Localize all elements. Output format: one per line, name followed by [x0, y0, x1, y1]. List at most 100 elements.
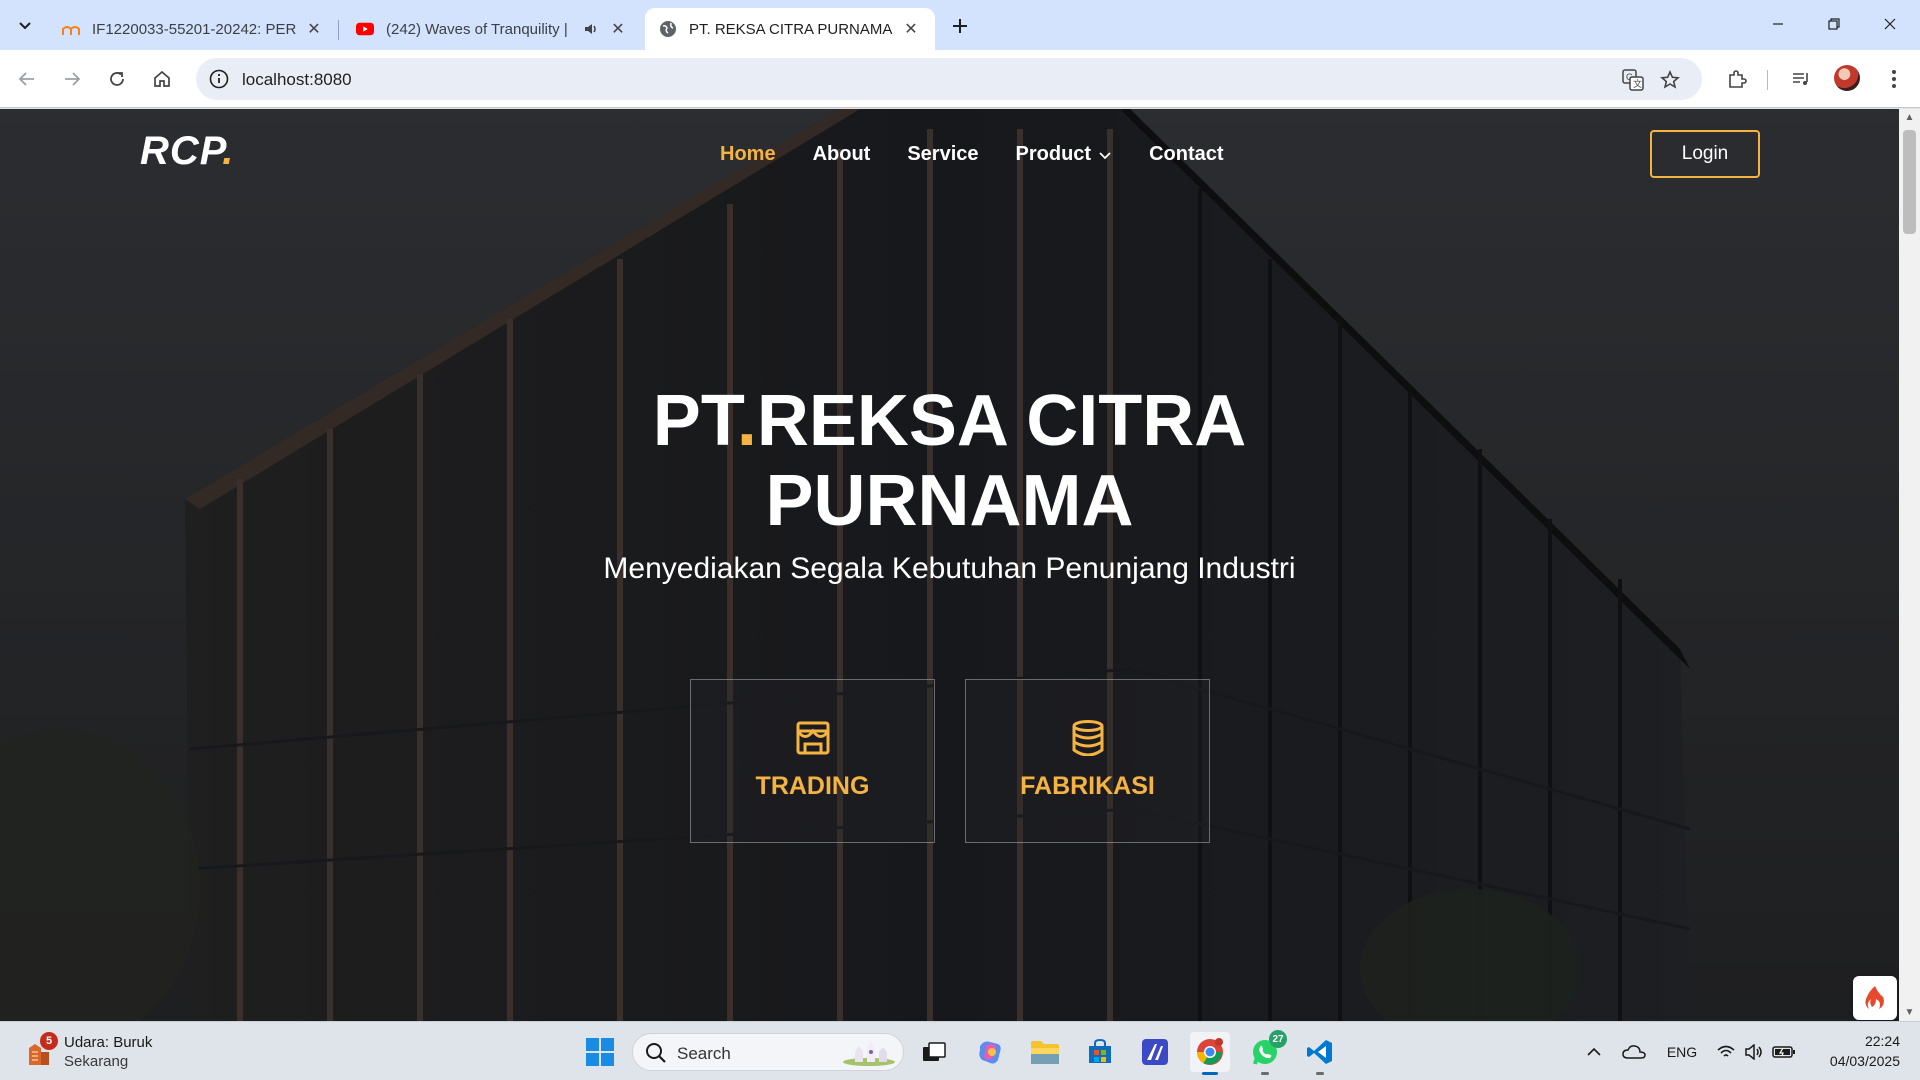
url-text[interactable]: localhost:8080 [242, 70, 352, 90]
battery-charging-icon [1772, 1046, 1795, 1058]
weather-widget[interactable]: 5 Udara: Buruk Sekarang [24, 1032, 224, 1072]
scroll-up-arrow-icon[interactable]: ▲ [1899, 109, 1920, 126]
system-clock[interactable]: 22:24 04/03/2025 [1810, 1031, 1900, 1071]
dev-tool-app[interactable] [1135, 1032, 1175, 1072]
weather-subtitle: Sekarang [64, 1053, 129, 1070]
wifi-icon [1717, 1045, 1735, 1057]
nav-about[interactable]: About [813, 143, 871, 166]
minimize-icon [1773, 23, 1783, 25]
vscode-icon [1307, 1040, 1332, 1064]
site-navbar: RCP. Home About Service Product Contact … [0, 109, 1899, 189]
media-control-button[interactable] [1786, 64, 1816, 94]
address-bar[interactable]: localhost:8080 G文 [196, 58, 1702, 100]
tab-moodle[interactable]: IF1220033-55201-20242: PERTE ✕ [48, 8, 339, 50]
copilot-app[interactable] [970, 1032, 1010, 1072]
start-button[interactable] [580, 1032, 620, 1072]
folder-icon [1031, 1041, 1059, 1064]
pen-app-icon [1142, 1039, 1168, 1065]
whatsapp-app[interactable]: 27 [1245, 1030, 1287, 1075]
close-icon [1884, 18, 1896, 30]
site-logo[interactable]: RCP. [140, 129, 234, 174]
chevron-down-icon [1099, 151, 1111, 159]
onedrive-tray[interactable] [1620, 1040, 1648, 1064]
close-icon[interactable]: ✕ [901, 19, 921, 39]
hero-title-pt: PT [652, 381, 737, 461]
tab-title: PT. REKSA CITRA PURNAMA [689, 20, 893, 38]
reload-icon [110, 72, 124, 86]
taskbar-search[interactable]: Search [632, 1033, 904, 1071]
weather-title: Udara: Buruk [64, 1034, 153, 1051]
logo-dot: . [222, 129, 235, 173]
wifi-tray[interactable] [1714, 1040, 1738, 1064]
scroll-down-arrow-icon[interactable]: ▼ [1899, 1004, 1920, 1021]
microsoft-store-app[interactable] [1080, 1032, 1120, 1072]
globe-icon [659, 20, 677, 38]
hero-subtitle: Menyediakan Segala Kebutuhan Penunjang I… [603, 552, 1296, 585]
reload-button[interactable] [101, 63, 133, 95]
plus-icon [953, 19, 967, 33]
youtube-icon [356, 20, 374, 38]
scroll-thumb[interactable] [1903, 130, 1916, 234]
playlist-icon [1793, 73, 1808, 85]
language-indicator[interactable]: ENG [1662, 1040, 1702, 1064]
show-hidden-icons-button[interactable] [1582, 1040, 1606, 1064]
back-button[interactable] [11, 63, 43, 95]
forward-button[interactable] [56, 63, 88, 95]
task-view-button[interactable] [914, 1032, 954, 1072]
home-button[interactable] [146, 63, 178, 95]
hero-title-line2: PURNAMA [765, 461, 1134, 541]
profile-avatar[interactable] [1834, 65, 1860, 91]
tab-search-button[interactable] [8, 9, 42, 41]
file-explorer-app[interactable] [1025, 1032, 1065, 1072]
nav-product-label: Product [1015, 143, 1092, 165]
tab-title: (242) Waves of Tranquility | [386, 20, 568, 38]
close-window-button[interactable] [1862, 0, 1918, 48]
nav-contact[interactable]: Contact [1149, 143, 1223, 166]
new-tab-button[interactable] [946, 12, 974, 40]
chevron-up-icon [1587, 1047, 1601, 1056]
card-fabrikasi[interactable]: FABRIKASI [965, 679, 1210, 843]
search-highlight-illustration [843, 1042, 895, 1066]
restore-icon [1828, 18, 1840, 30]
site-info-icon[interactable] [208, 68, 230, 90]
tab-active[interactable]: PT. REKSA CITRA PURNAMA ✕ [645, 8, 935, 50]
task-view-icon [923, 1042, 946, 1061]
close-icon[interactable]: ✕ [608, 19, 628, 39]
moodle-icon [62, 20, 80, 38]
nav-home[interactable]: Home [720, 143, 776, 166]
restore-button[interactable] [1806, 0, 1862, 48]
fire-icon [1865, 986, 1884, 1009]
login-button[interactable]: Login [1650, 130, 1760, 178]
arrow-right-icon [65, 72, 81, 86]
cloud-icon [1622, 1045, 1646, 1059]
speaker-icon[interactable] [582, 20, 600, 38]
chevron-down-icon [19, 22, 31, 30]
hero-title-name: REKSA CITRA [756, 381, 1247, 461]
browser-toolbar: localhost:8080 G文 [0, 50, 1920, 108]
clock-date: 04/03/2025 [1829, 1053, 1900, 1069]
nav-links: Home About Service Product Contact [720, 143, 1261, 166]
windows-logo-icon [586, 1038, 614, 1066]
minimize-button[interactable] [1750, 0, 1806, 48]
bookmark-star-icon[interactable] [1657, 67, 1683, 93]
clock-time: 22:24 [1864, 1033, 1900, 1049]
page-scrollbar[interactable]: ▲ ▼ [1899, 109, 1920, 1021]
kebab-menu-icon [1892, 70, 1896, 88]
close-icon[interactable]: ✕ [304, 19, 324, 39]
nav-product[interactable]: Product [1016, 143, 1113, 166]
chrome-app[interactable] [1190, 1032, 1230, 1075]
weather-badge: 5 [40, 1032, 58, 1050]
tab-youtube[interactable]: (242) Waves of Tranquility | ✕ [342, 8, 642, 50]
card-trading[interactable]: TRADING [690, 679, 935, 843]
hero-title-line1: PT.REKSA CITRA [0, 381, 1899, 461]
battery-tray[interactable] [1770, 1040, 1798, 1064]
database-icon [1068, 718, 1108, 758]
toolbar-divider [1767, 70, 1768, 90]
volume-tray[interactable] [1742, 1040, 1766, 1064]
vscode-app[interactable] [1300, 1032, 1340, 1075]
nav-service[interactable]: Service [907, 143, 978, 166]
flame-widget-button[interactable] [1853, 976, 1897, 1020]
menu-button[interactable] [1879, 64, 1909, 94]
translate-icon[interactable]: G文 [1620, 67, 1646, 93]
extensions-button[interactable] [1722, 64, 1752, 94]
